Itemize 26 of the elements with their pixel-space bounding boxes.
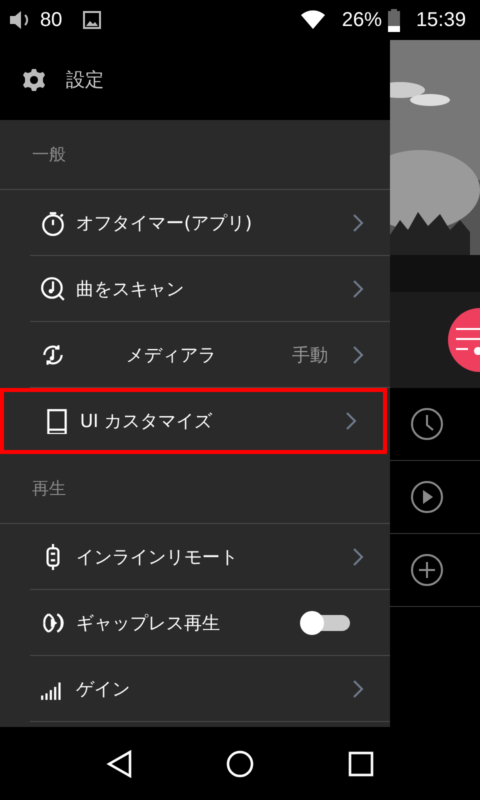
chevron-right-icon: [352, 678, 364, 698]
chevron-right-icon: [345, 411, 357, 431]
plus-circle-icon: [410, 553, 444, 587]
wifi-icon: [300, 10, 326, 30]
settings-item[interactable]: UI カスタマイズ: [0, 388, 387, 454]
play-circle-icon: [410, 480, 444, 514]
battery-icon: [388, 8, 400, 32]
home-icon[interactable]: [226, 750, 254, 778]
settings-item[interactable]: ギャップレス再生: [30, 590, 390, 656]
drawer-title: 設定: [66, 68, 104, 93]
setting-value: 手動: [292, 344, 328, 366]
chevron-right-icon: [352, 278, 364, 298]
chevron-right-icon: [352, 212, 364, 232]
settings-item[interactable]: 曲をスキャン: [30, 256, 390, 322]
back-icon[interactable]: [106, 750, 132, 778]
stopwatch-icon: [40, 210, 66, 236]
volume-level: 80: [40, 8, 62, 32]
clock-time: 15:39: [416, 8, 466, 32]
recents-icon[interactable]: [348, 750, 374, 776]
music-search-icon: [40, 276, 66, 302]
clock-icon: [410, 407, 444, 441]
image-icon: [82, 10, 102, 30]
battery-percent: 26%: [342, 8, 382, 32]
chevron-right-icon: [352, 546, 364, 566]
chevron-right-icon: [352, 344, 364, 364]
settings-icon: [22, 68, 46, 92]
